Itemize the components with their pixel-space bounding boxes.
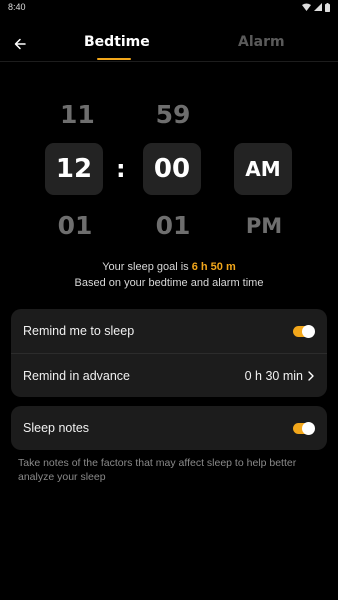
goal-prefix: Your sleep goal is (102, 261, 192, 273)
goal-subtitle: Based on your bedtime and alarm time (74, 277, 264, 289)
time-colon: : (116, 155, 126, 183)
minute-selected[interactable]: 00 (143, 143, 201, 195)
notes-hint: Take notes of the factors that may affec… (18, 457, 297, 483)
hour-next[interactable]: 01 (56, 211, 94, 240)
signal-icon (314, 3, 322, 11)
remind-toggle[interactable] (293, 324, 315, 338)
minute-prev[interactable]: 59 (152, 100, 194, 129)
status-icons (302, 2, 330, 12)
back-arrow-icon (14, 38, 26, 50)
status-time: 8:40 (8, 2, 26, 12)
hour-prev[interactable]: 11 (60, 100, 95, 129)
chevron-right-icon (308, 370, 314, 381)
sleep-notes-card: Sleep notes (11, 406, 327, 450)
notes-label: Sleep notes (23, 421, 90, 435)
notes-toggle[interactable] (293, 421, 315, 435)
header-divider (0, 61, 338, 62)
battery-icon (325, 2, 330, 12)
notes-row[interactable]: Sleep notes (11, 406, 327, 450)
top-bar: Bedtime Alarm (0, 22, 338, 62)
back-button[interactable] (10, 34, 30, 54)
reminder-card: Remind me to sleep Remind in advance 0 h… (11, 309, 327, 397)
status-bar: 8:40 (0, 0, 338, 14)
hour-selected[interactable]: 12 (45, 143, 103, 195)
tab-indicator (97, 58, 131, 60)
tab-alarm[interactable]: Alarm (238, 34, 285, 50)
advance-value: 0 h 30 min (244, 368, 303, 383)
wifi-icon (302, 3, 311, 11)
ampm-next[interactable]: PM (240, 214, 288, 238)
tab-bedtime[interactable]: Bedtime (84, 34, 150, 50)
advance-row[interactable]: Remind in advance 0 h 30 min (11, 353, 327, 397)
advance-label: Remind in advance (23, 368, 131, 383)
minute-next[interactable]: 01 (152, 211, 194, 240)
remind-label: Remind me to sleep (23, 324, 135, 338)
ampm-selected[interactable]: AM (234, 143, 292, 195)
goal-value: 6 h 50 m (191, 261, 236, 273)
sleep-goal: Your sleep goal is 6 h 50 m Based on you… (0, 259, 338, 291)
remind-row[interactable]: Remind me to sleep (11, 309, 327, 353)
